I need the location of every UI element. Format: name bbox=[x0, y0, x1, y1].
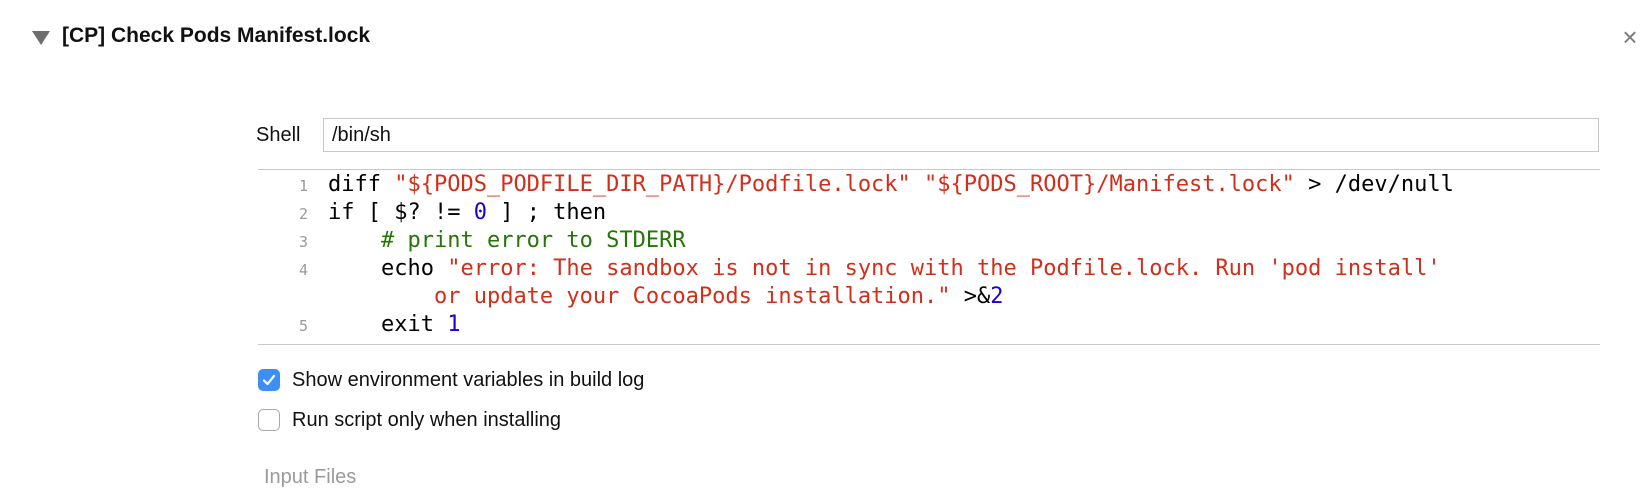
code-line-wrapped: or update your CocoaPods installation." … bbox=[328, 283, 1004, 311]
shell-input[interactable] bbox=[323, 118, 1599, 152]
line-number: 2 bbox=[298, 205, 308, 223]
code-line: diff "${PODS_PODFILE_DIR_PATH}/Podfile.l… bbox=[328, 171, 1454, 199]
show-env-vars-label[interactable]: Show environment variables in build log bbox=[292, 369, 644, 392]
line-number: 1 bbox=[298, 177, 308, 195]
build-phase-header: [CP] Check Pods Manifest.lock × bbox=[0, 0, 1642, 80]
line-number: 3 bbox=[298, 233, 308, 251]
install-only-option[interactable]: Run script only when installing bbox=[258, 406, 561, 434]
line-number: 5 bbox=[298, 317, 308, 335]
code-string: "${PODS_ROOT}/Manifest.lock" bbox=[924, 172, 1295, 197]
code-line: # print error to STDERR bbox=[328, 227, 686, 255]
code-line: if [ $? != 0 ] ; then bbox=[328, 199, 606, 227]
code-number: 1 bbox=[447, 312, 461, 337]
code-string: or update your CocoaPods installation." bbox=[433, 284, 951, 309]
code-text: >& bbox=[950, 284, 991, 309]
script-code[interactable]: diff "${PODS_PODFILE_DIR_PATH}/Podfile.l… bbox=[328, 170, 1598, 344]
code-keyword: echo bbox=[380, 256, 448, 281]
install-only-label[interactable]: Run script only when installing bbox=[292, 409, 561, 432]
code-number: 0 bbox=[473, 200, 487, 225]
line-number: 4 bbox=[298, 261, 308, 279]
checkmark-icon bbox=[262, 374, 276, 386]
build-phase-title[interactable]: [CP] Check Pods Manifest.lock bbox=[62, 24, 370, 48]
install-only-checkbox[interactable] bbox=[258, 409, 280, 431]
code-line: exit 1 bbox=[328, 311, 460, 339]
input-files-heading: Input Files bbox=[264, 466, 357, 488]
code-keyword: diff bbox=[328, 172, 395, 197]
code-comment: # print error to STDERR bbox=[380, 228, 686, 253]
script-editor[interactable]: 1 2 3 4 5 diff "${PODS_PODFILE_DIR_PATH}… bbox=[258, 169, 1600, 345]
code-text: if [ $? != bbox=[328, 200, 474, 225]
close-icon[interactable]: × bbox=[1615, 22, 1642, 52]
disclosure-triangle-icon[interactable] bbox=[32, 31, 50, 45]
code-line: echo "error: The sandbox is not in sync … bbox=[328, 255, 1441, 283]
code-number: 2 bbox=[990, 284, 1004, 309]
code-string: "${PODS_PODFILE_DIR_PATH}/Podfile.lock" bbox=[394, 172, 911, 197]
show-env-vars-option[interactable]: Show environment variables in build log bbox=[258, 366, 644, 394]
shell-label: Shell bbox=[256, 124, 301, 146]
code-text: > /dev/null bbox=[1294, 172, 1454, 197]
code-text: ] ; then bbox=[486, 200, 607, 225]
code-string: "error: The sandbox is not in sync with … bbox=[447, 256, 1441, 281]
code-keyword: exit bbox=[380, 312, 448, 337]
show-env-vars-checkbox[interactable] bbox=[258, 369, 280, 391]
line-number-gutter: 1 2 3 4 5 bbox=[258, 170, 308, 344]
